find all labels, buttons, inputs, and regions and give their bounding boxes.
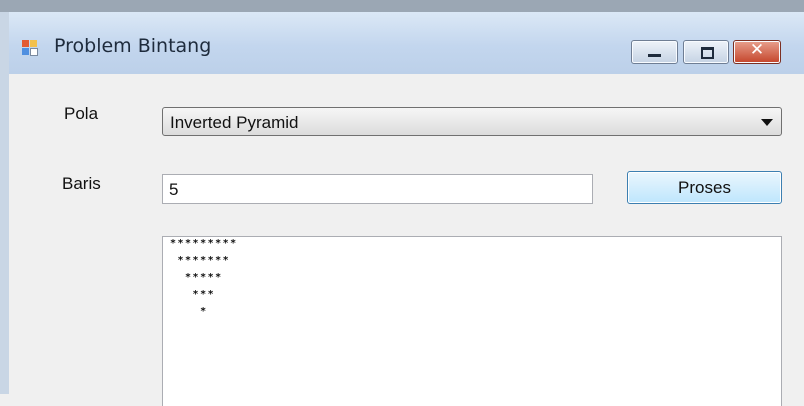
- title-bar[interactable]: Problem Bintang ✕: [9, 12, 804, 74]
- window-top-strip: [0, 0, 804, 12]
- proses-button[interactable]: Proses: [627, 171, 782, 204]
- window-title: Problem Bintang: [54, 35, 212, 57]
- window-left-edge: [0, 12, 9, 394]
- pola-dropdown[interactable]: Inverted Pyramid: [162, 107, 782, 136]
- maximize-button[interactable]: [683, 40, 729, 64]
- output-line: *********: [170, 238, 238, 249]
- app-window: Problem Bintang ✕ Pola Inverted Pyramid …: [9, 12, 804, 406]
- pola-selected-value: Inverted Pyramid: [170, 113, 299, 132]
- minimize-button[interactable]: [631, 40, 678, 64]
- app-icon[interactable]: [22, 40, 39, 57]
- maximize-icon: [701, 47, 714, 59]
- output-line: *******: [170, 255, 231, 266]
- output-line: *: [170, 306, 208, 317]
- minimize-icon: [648, 54, 661, 57]
- chevron-down-icon[interactable]: [761, 119, 773, 126]
- baris-label: Baris: [62, 174, 101, 193]
- close-icon: ✕: [749, 40, 765, 60]
- output-textarea[interactable]: ********* ******* ***** *** *: [162, 236, 782, 406]
- output-line: *****: [170, 272, 223, 283]
- output-line: ***: [170, 289, 216, 300]
- close-button[interactable]: ✕: [733, 40, 781, 64]
- pola-label: Pola: [64, 104, 99, 123]
- baris-input[interactable]: 5: [162, 174, 593, 204]
